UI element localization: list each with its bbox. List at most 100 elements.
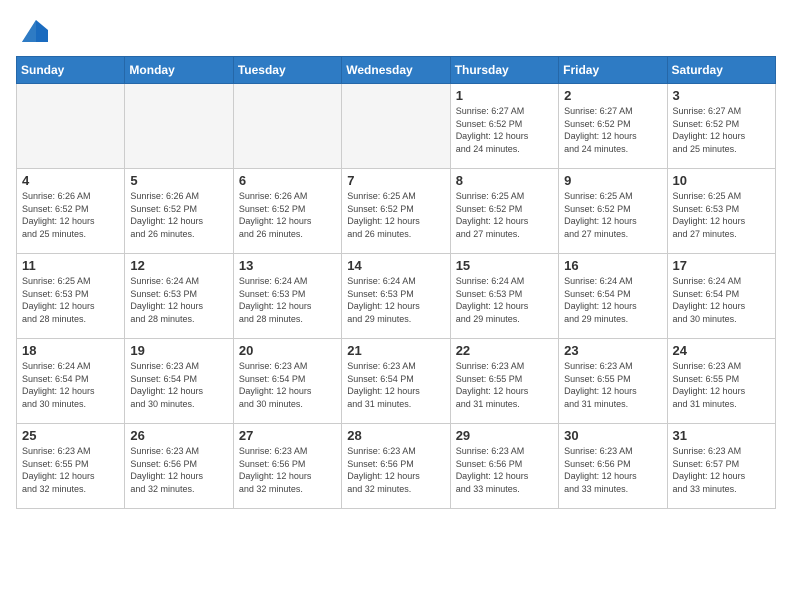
calendar-cell: 3 Sunrise: 6:27 AM Sunset: 6:52 PM Daylig… — [667, 84, 775, 169]
calendar-cell: 25 Sunrise: 6:23 AM Sunset: 6:55 PM Dayli… — [17, 424, 125, 509]
calendar-cell: 9 Sunrise: 6:25 AM Sunset: 6:52 PM Daylig… — [559, 169, 667, 254]
day-number: 11 — [22, 258, 119, 273]
calendar-cell: 5Sunrise: 6:26 AM Sunset: 6:52 PM Daylig… — [125, 169, 233, 254]
calendar-cell: 10Sunrise: 6:25 AM Sunset: 6:53 PM Dayli… — [667, 169, 775, 254]
calendar-cell: 19Sunrise: 6:23 AM Sunset: 6:54 PM Dayli… — [125, 339, 233, 424]
day-info: Sunrise: 6:24 AM Sunset: 6:54 PM Dayligh… — [564, 275, 661, 325]
day-number: 30 — [564, 428, 661, 443]
day-info: Sunrise: 6:26 AM Sunset: 6:52 PM Dayligh… — [22, 190, 119, 240]
day-info: Sunrise: 6:24 AM Sunset: 6:54 PM Dayligh… — [673, 275, 770, 325]
logo — [16, 16, 48, 46]
day-number: 4 — [22, 173, 119, 188]
calendar-cell: 13 Sunrise: 6:24 AM Sunset: 6:53 PM Dayli… — [233, 254, 341, 339]
calendar-cell: 2 Sunrise: 6:27 AM Sunset: 6:52 PM Daylig… — [559, 84, 667, 169]
week-row-5: 25 Sunrise: 6:23 AM Sunset: 6:55 PM Dayli… — [17, 424, 776, 509]
calendar-cell: 28Sunrise: 6:23 AM Sunset: 6:56 PM Dayli… — [342, 424, 450, 509]
calendar-cell: 29 Sunrise: 6:23 AM Sunset: 6:56 PM Dayli… — [450, 424, 558, 509]
week-row-1: 1Sunrise: 6:27 AM Sunset: 6:52 PM Daylig… — [17, 84, 776, 169]
calendar-cell: 8 Sunrise: 6:25 AM Sunset: 6:52 PM Daylig… — [450, 169, 558, 254]
day-info: Sunrise: 6:23 AM Sunset: 6:54 PM Dayligh… — [239, 360, 336, 410]
weekday-header-thursday: Thursday — [450, 57, 558, 84]
day-info: Sunrise: 6:27 AM Sunset: 6:52 PM Dayligh… — [456, 105, 553, 155]
calendar-cell: 22 Sunrise: 6:23 AM Sunset: 6:55 PM Dayli… — [450, 339, 558, 424]
weekday-header-friday: Friday — [559, 57, 667, 84]
calendar-cell: 7 Sunrise: 6:25 AM Sunset: 6:52 PM Daylig… — [342, 169, 450, 254]
week-row-3: 11 Sunrise: 6:25 AM Sunset: 6:53 PM Dayli… — [17, 254, 776, 339]
logo-icon — [18, 16, 48, 46]
calendar-table: SundayMondayTuesdayWednesdayThursdayFrid… — [16, 56, 776, 509]
calendar-cell: 4 Sunrise: 6:26 AM Sunset: 6:52 PM Daylig… — [17, 169, 125, 254]
day-info: Sunrise: 6:23 AM Sunset: 6:55 PM Dayligh… — [673, 360, 770, 410]
day-info: Sunrise: 6:26 AM Sunset: 6:52 PM Dayligh… — [239, 190, 336, 240]
day-number: 3 — [673, 88, 770, 103]
weekday-header-row: SundayMondayTuesdayWednesdayThursdayFrid… — [17, 57, 776, 84]
day-number: 12 — [130, 258, 227, 273]
calendar-cell: 21 Sunrise: 6:23 AM Sunset: 6:54 PM Dayli… — [342, 339, 450, 424]
day-info: Sunrise: 6:27 AM Sunset: 6:52 PM Dayligh… — [673, 105, 770, 155]
day-number: 19 — [130, 343, 227, 358]
day-info: Sunrise: 6:24 AM Sunset: 6:54 PM Dayligh… — [22, 360, 119, 410]
calendar-cell: 20 Sunrise: 6:23 AM Sunset: 6:54 PM Dayli… — [233, 339, 341, 424]
day-info: Sunrise: 6:25 AM Sunset: 6:52 PM Dayligh… — [456, 190, 553, 240]
day-info: Sunrise: 6:27 AM Sunset: 6:52 PM Dayligh… — [564, 105, 661, 155]
calendar-cell: 23Sunrise: 6:23 AM Sunset: 6:55 PM Dayli… — [559, 339, 667, 424]
day-info: Sunrise: 6:24 AM Sunset: 6:53 PM Dayligh… — [347, 275, 444, 325]
calendar-cell: 31 Sunrise: 6:23 AM Sunset: 6:57 PM Dayli… — [667, 424, 775, 509]
calendar-cell — [17, 84, 125, 169]
calendar-cell: 14Sunrise: 6:24 AM Sunset: 6:53 PM Dayli… — [342, 254, 450, 339]
calendar-cell: 30 Sunrise: 6:23 AM Sunset: 6:56 PM Dayli… — [559, 424, 667, 509]
calendar-cell: 24 Sunrise: 6:23 AM Sunset: 6:55 PM Dayli… — [667, 339, 775, 424]
calendar-cell — [125, 84, 233, 169]
calendar-cell: 27 Sunrise: 6:23 AM Sunset: 6:56 PM Dayli… — [233, 424, 341, 509]
day-number: 29 — [456, 428, 553, 443]
day-info: Sunrise: 6:23 AM Sunset: 6:55 PM Dayligh… — [564, 360, 661, 410]
day-number: 15 — [456, 258, 553, 273]
day-number: 24 — [673, 343, 770, 358]
day-info: Sunrise: 6:26 AM Sunset: 6:52 PM Dayligh… — [130, 190, 227, 240]
day-number: 18 — [22, 343, 119, 358]
weekday-header-monday: Monday — [125, 57, 233, 84]
day-number: 22 — [456, 343, 553, 358]
day-info: Sunrise: 6:25 AM Sunset: 6:53 PM Dayligh… — [22, 275, 119, 325]
day-info: Sunrise: 6:23 AM Sunset: 6:56 PM Dayligh… — [564, 445, 661, 495]
weekday-header-saturday: Saturday — [667, 57, 775, 84]
calendar-cell: 18 Sunrise: 6:24 AM Sunset: 6:54 PM Dayli… — [17, 339, 125, 424]
weekday-header-tuesday: Tuesday — [233, 57, 341, 84]
calendar-cell: 6 Sunrise: 6:26 AM Sunset: 6:52 PM Daylig… — [233, 169, 341, 254]
day-info: Sunrise: 6:25 AM Sunset: 6:53 PM Dayligh… — [673, 190, 770, 240]
day-number: 8 — [456, 173, 553, 188]
weekday-header-sunday: Sunday — [17, 57, 125, 84]
day-number: 21 — [347, 343, 444, 358]
day-info: Sunrise: 6:25 AM Sunset: 6:52 PM Dayligh… — [564, 190, 661, 240]
day-info: Sunrise: 6:23 AM Sunset: 6:55 PM Dayligh… — [456, 360, 553, 410]
day-number: 2 — [564, 88, 661, 103]
calendar-cell: 1Sunrise: 6:27 AM Sunset: 6:52 PM Daylig… — [450, 84, 558, 169]
calendar-cell: 17 Sunrise: 6:24 AM Sunset: 6:54 PM Dayli… — [667, 254, 775, 339]
calendar-cell — [233, 84, 341, 169]
day-number: 6 — [239, 173, 336, 188]
day-number: 20 — [239, 343, 336, 358]
calendar-cell: 26Sunrise: 6:23 AM Sunset: 6:56 PM Dayli… — [125, 424, 233, 509]
day-number: 13 — [239, 258, 336, 273]
day-number: 7 — [347, 173, 444, 188]
calendar-cell: 11 Sunrise: 6:25 AM Sunset: 6:53 PM Dayli… — [17, 254, 125, 339]
day-info: Sunrise: 6:23 AM Sunset: 6:54 PM Dayligh… — [347, 360, 444, 410]
calendar-cell: 15 Sunrise: 6:24 AM Sunset: 6:53 PM Dayli… — [450, 254, 558, 339]
day-number: 9 — [564, 173, 661, 188]
day-info: Sunrise: 6:24 AM Sunset: 6:53 PM Dayligh… — [239, 275, 336, 325]
calendar-cell: 16Sunrise: 6:24 AM Sunset: 6:54 PM Dayli… — [559, 254, 667, 339]
day-number: 17 — [673, 258, 770, 273]
calendar-cell: 12Sunrise: 6:24 AM Sunset: 6:53 PM Dayli… — [125, 254, 233, 339]
day-info: Sunrise: 6:23 AM Sunset: 6:57 PM Dayligh… — [673, 445, 770, 495]
day-info: Sunrise: 6:24 AM Sunset: 6:53 PM Dayligh… — [456, 275, 553, 325]
day-info: Sunrise: 6:23 AM Sunset: 6:56 PM Dayligh… — [456, 445, 553, 495]
day-info: Sunrise: 6:23 AM Sunset: 6:56 PM Dayligh… — [239, 445, 336, 495]
day-number: 25 — [22, 428, 119, 443]
day-info: Sunrise: 6:23 AM Sunset: 6:56 PM Dayligh… — [130, 445, 227, 495]
week-row-4: 18 Sunrise: 6:24 AM Sunset: 6:54 PM Dayli… — [17, 339, 776, 424]
day-number: 27 — [239, 428, 336, 443]
day-number: 28 — [347, 428, 444, 443]
day-number: 31 — [673, 428, 770, 443]
day-info: Sunrise: 6:25 AM Sunset: 6:52 PM Dayligh… — [347, 190, 444, 240]
day-info: Sunrise: 6:23 AM Sunset: 6:55 PM Dayligh… — [22, 445, 119, 495]
